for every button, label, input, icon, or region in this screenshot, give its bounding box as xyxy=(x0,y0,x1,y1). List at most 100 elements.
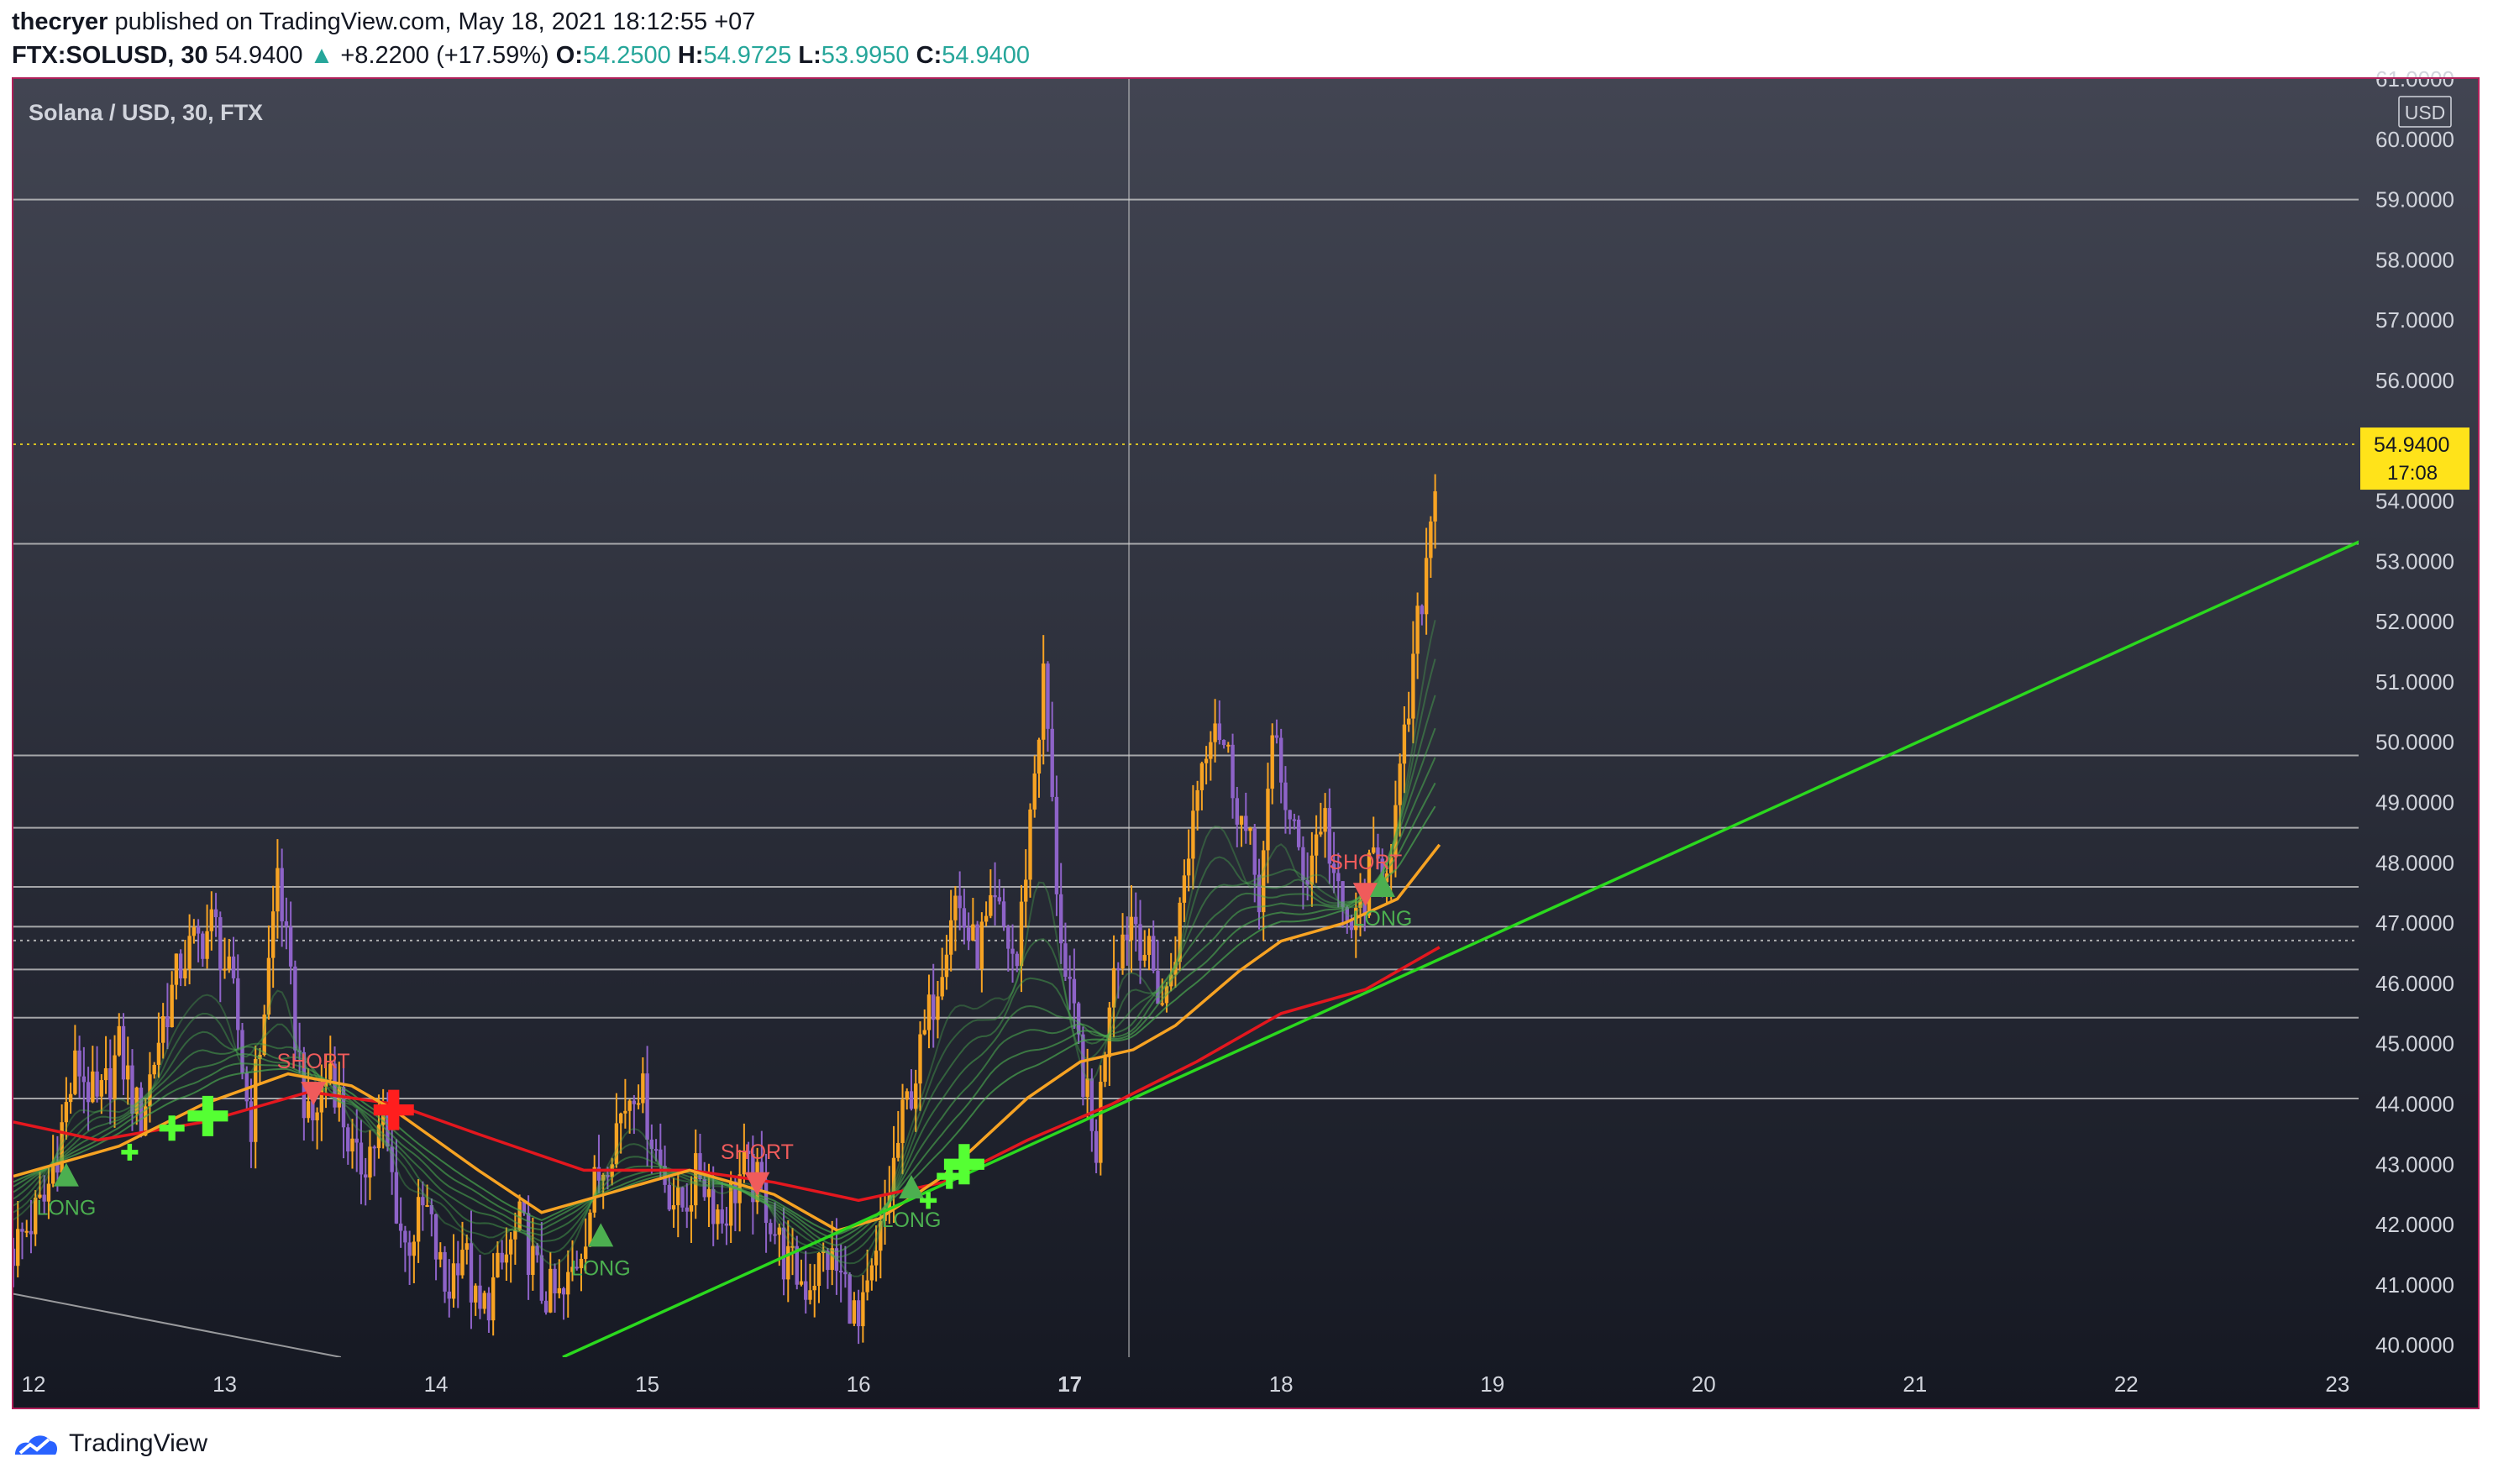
long-signal-label: LONG xyxy=(571,1256,631,1280)
candle-body xyxy=(433,1214,438,1260)
candle-body xyxy=(653,1149,659,1151)
candle-body xyxy=(1142,955,1147,961)
candle-body xyxy=(407,1242,412,1256)
candle-body xyxy=(284,921,289,927)
candle-body xyxy=(1398,763,1402,805)
candle-body xyxy=(1015,953,1019,967)
candle-body xyxy=(504,1254,509,1263)
x-axis-tick-label: 16 xyxy=(847,1371,871,1397)
candle-body xyxy=(1182,875,1187,903)
candle-body xyxy=(1125,934,1129,941)
candle-body xyxy=(1270,735,1274,789)
candle-body xyxy=(121,1025,126,1080)
candle-body xyxy=(1420,606,1425,615)
candle-body xyxy=(1028,809,1032,880)
candle-body xyxy=(1248,827,1252,831)
candle-body xyxy=(451,1263,456,1299)
candle-body xyxy=(905,1091,909,1100)
candle-body xyxy=(231,956,236,978)
candle-body xyxy=(896,1142,900,1158)
bar-countdown: 17:08 xyxy=(2387,462,2438,485)
candle-body xyxy=(1231,744,1235,799)
x-axis-tick-label: 18 xyxy=(1269,1371,1294,1397)
candle-body xyxy=(350,1138,354,1152)
candle-body xyxy=(962,908,967,928)
chart-panel-background xyxy=(13,78,2479,1408)
candle-body xyxy=(24,1230,29,1233)
y-axis-tick-label: 41.0000 xyxy=(2375,1272,2454,1298)
candle-body xyxy=(486,1293,491,1321)
candle-body xyxy=(1283,782,1288,810)
x-axis-tick-label: 19 xyxy=(1480,1371,1504,1397)
long-signal-label: LONG xyxy=(36,1197,96,1220)
candle-body xyxy=(984,915,989,922)
candle-body xyxy=(838,1271,843,1273)
candle-body xyxy=(1147,936,1152,956)
y-axis-tick-label: 58.0000 xyxy=(2375,247,2454,272)
y-axis-tick-label: 48.0000 xyxy=(2375,850,2454,875)
candle-body xyxy=(989,894,993,916)
candle-body xyxy=(152,1064,156,1075)
candle-body xyxy=(218,917,223,970)
candle-body xyxy=(531,1245,535,1276)
y-axis-tick-label: 52.0000 xyxy=(2375,609,2454,634)
candle-body xyxy=(1032,773,1037,810)
candle-body xyxy=(975,924,979,969)
candle-body xyxy=(482,1293,486,1309)
candle-body xyxy=(117,1025,121,1056)
candle-body xyxy=(421,1197,425,1206)
y-axis-tick-label: 59.0000 xyxy=(2375,187,2454,212)
candle-body xyxy=(456,1263,460,1276)
candle-body xyxy=(1063,943,1068,977)
candle-body xyxy=(368,1146,372,1178)
candle-body xyxy=(160,1016,165,1043)
candle-body xyxy=(553,1268,557,1294)
y-axis-tick-label: 51.0000 xyxy=(2375,669,2454,695)
candle-body xyxy=(914,1083,918,1109)
candle-body xyxy=(786,1245,790,1280)
chart-area[interactable]: LONG SHORT LONG SHORT LONG SHORT LONG Solana /… xyxy=(0,0,2493,1480)
candle-body xyxy=(874,1251,879,1266)
tradingview-footer[interactable]: TradingView xyxy=(12,1423,207,1465)
candle-body xyxy=(1209,742,1213,759)
candle-body xyxy=(55,1164,60,1173)
x-axis-tick-label: 13 xyxy=(213,1371,237,1397)
candle-body xyxy=(460,1250,464,1276)
candle-body xyxy=(711,1188,716,1224)
candle-body xyxy=(1424,558,1429,615)
candle-body xyxy=(1186,858,1191,876)
candle-body xyxy=(1323,808,1327,832)
candle-body xyxy=(804,1281,808,1300)
candle-body xyxy=(508,1239,513,1255)
candle-body xyxy=(720,1209,724,1224)
candle-body xyxy=(671,1205,676,1210)
candle-body xyxy=(1239,815,1244,825)
candle-body xyxy=(491,1277,496,1321)
candle-body xyxy=(1252,827,1257,875)
short-signal-label: SHORT xyxy=(1329,851,1402,874)
candle-body xyxy=(566,1272,570,1295)
short-signal-label: SHORT xyxy=(277,1050,350,1073)
price-chart[interactable]: LONG SHORT LONG SHORT LONG SHORT LONG Solana /… xyxy=(0,0,2493,1480)
candle-body xyxy=(1054,796,1059,894)
candle-body xyxy=(926,994,932,1030)
candle-body xyxy=(808,1290,812,1300)
candle-body xyxy=(869,1265,874,1281)
candle-body xyxy=(156,1042,161,1065)
candle-body xyxy=(645,1073,649,1140)
candle-body xyxy=(1024,879,1028,902)
candle-body xyxy=(1415,606,1420,654)
candle-body xyxy=(372,1146,376,1149)
candle-body xyxy=(165,1016,170,1028)
candle-body xyxy=(1046,663,1050,729)
candle-body xyxy=(20,1229,24,1232)
candle-body xyxy=(816,1253,821,1287)
y-axis-tick-label: 45.0000 xyxy=(2375,1031,2454,1057)
candle-body xyxy=(223,968,227,971)
candle-body xyxy=(971,924,975,941)
candle-body xyxy=(315,1112,319,1120)
candle-body xyxy=(306,1101,311,1119)
candle-body xyxy=(680,1187,685,1208)
candle-body xyxy=(1195,789,1199,811)
candle-body xyxy=(900,1099,905,1143)
